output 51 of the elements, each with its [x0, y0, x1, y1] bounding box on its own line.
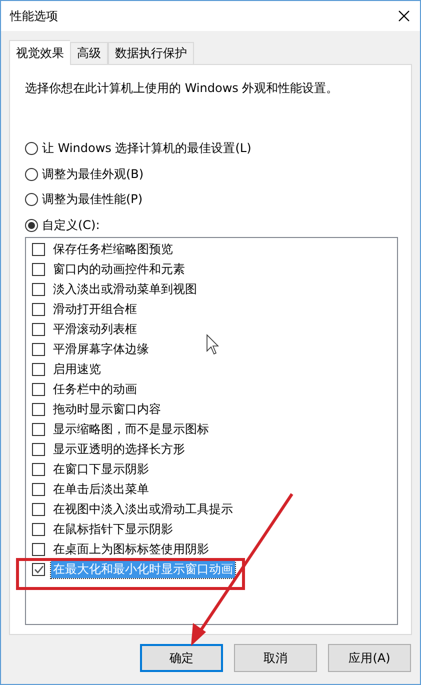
- setting-label[interactable]: 任务栏中的动画: [51, 380, 139, 398]
- checkbox[interactable]: [32, 562, 45, 576]
- setting-label[interactable]: 启用速览: [51, 360, 103, 378]
- setting-label[interactable]: 拖动时显示窗口内容: [51, 400, 163, 418]
- radio-button[interactable]: [25, 193, 38, 206]
- radio-button[interactable]: [25, 142, 38, 156]
- setting-label[interactable]: 滑动打开组合框: [51, 300, 139, 318]
- checkbox[interactable]: [32, 542, 45, 556]
- setting-label[interactable]: 在鼠标指针下显示阴影: [51, 520, 175, 538]
- checkbox[interactable]: [32, 482, 45, 496]
- tab[interactable]: 视觉效果: [9, 40, 70, 65]
- dialog-button[interactable]: 取消: [234, 644, 317, 672]
- tab[interactable]: 数据执行保护: [108, 42, 194, 64]
- checkbox[interactable]: [32, 282, 45, 296]
- radio-button[interactable]: [25, 168, 38, 181]
- dialog-button[interactable]: 确定: [140, 644, 223, 672]
- checkbox[interactable]: [32, 262, 45, 276]
- window-title: 性能选项: [10, 8, 58, 24]
- option-label[interactable]: 调整为最佳外观(B): [42, 166, 144, 183]
- setting-label[interactable]: 显示缩略图，而不是显示图标: [51, 420, 211, 438]
- dialog-button[interactable]: 应用(A): [328, 644, 411, 672]
- close-icon[interactable]: [398, 10, 410, 22]
- description: 选择你想在此计算机上使用的 Windows 外观和性能设置。: [25, 80, 340, 97]
- setting-label[interactable]: 保存任务栏缩略图预览: [51, 240, 175, 258]
- checkbox[interactable]: [32, 362, 45, 376]
- checkbox[interactable]: [32, 442, 45, 456]
- checkbox[interactable]: [32, 242, 45, 256]
- checkbox[interactable]: [32, 462, 45, 476]
- setting-label[interactable]: 在桌面上为图标标签使用阴影: [51, 540, 211, 558]
- option-label[interactable]: 自定义(C):: [42, 216, 100, 234]
- setting-label[interactable]: 在视图中淡入淡出或滑动工具提示: [51, 500, 235, 518]
- setting-label[interactable]: 平滑屏幕字体边缘: [51, 340, 151, 358]
- checkbox[interactable]: [32, 342, 45, 356]
- cursor-icon: [206, 334, 219, 355]
- checkbox[interactable]: [32, 322, 45, 336]
- option-label[interactable]: 调整为最佳性能(P): [42, 191, 143, 208]
- option-label[interactable]: 让 Windows 选择计算机的最佳设置(L): [42, 140, 252, 158]
- tab[interactable]: 高级: [70, 42, 108, 64]
- setting-label[interactable]: 平滑滚动列表框: [51, 320, 139, 338]
- setting-label[interactable]: 显示亚透明的选择长方形: [51, 440, 187, 458]
- radio-button[interactable]: [25, 218, 38, 232]
- checkbox[interactable]: [32, 422, 45, 436]
- checkbox[interactable]: [32, 402, 45, 416]
- checkbox[interactable]: [32, 502, 45, 516]
- checkbox[interactable]: [32, 382, 45, 396]
- setting-label[interactable]: 在单击后淡出菜单: [51, 480, 151, 498]
- checkbox[interactable]: [32, 522, 45, 536]
- setting-label[interactable]: 淡入淡出或滑动菜单到视图: [51, 280, 199, 298]
- checkbox[interactable]: [32, 302, 45, 316]
- setting-label[interactable]: 窗口内的动画控件和元素: [51, 260, 187, 278]
- setting-label[interactable]: 在窗口下显示阴影: [51, 460, 151, 478]
